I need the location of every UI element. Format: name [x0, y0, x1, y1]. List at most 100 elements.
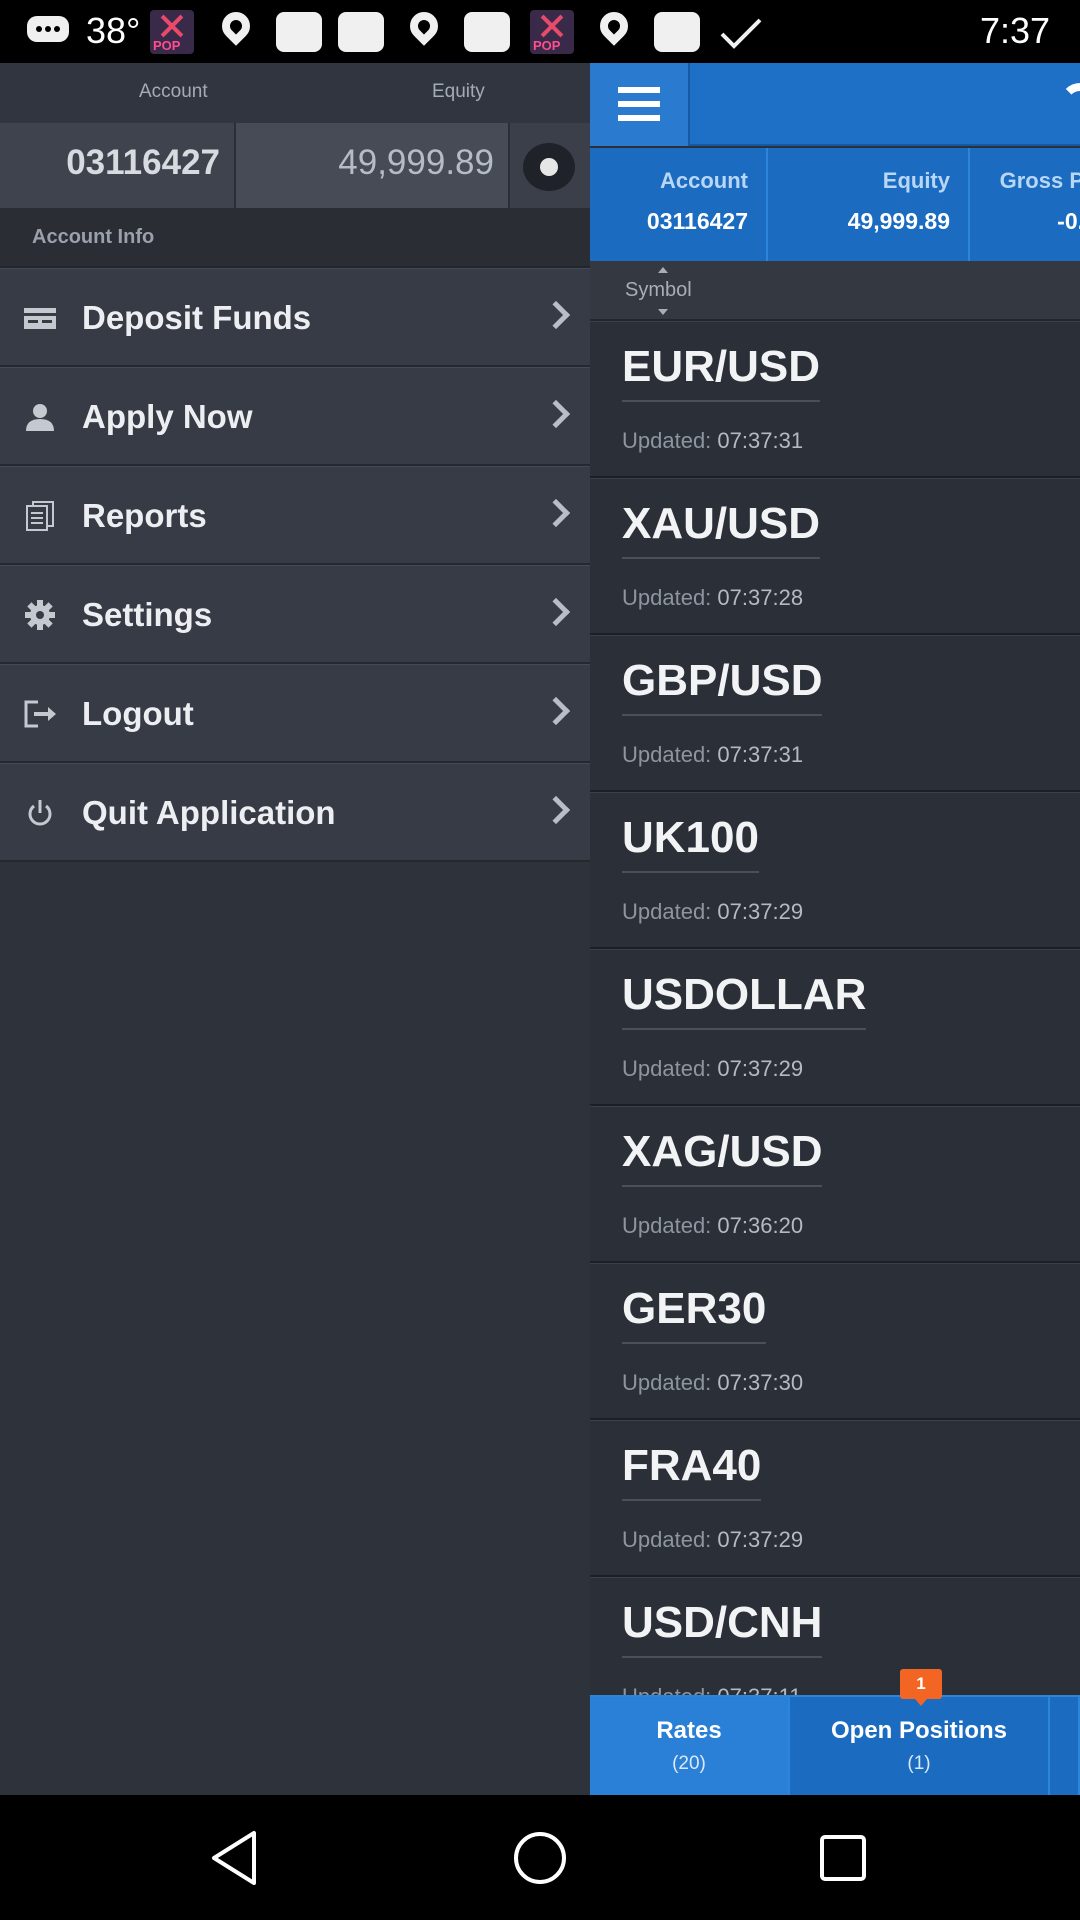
menu-line: [618, 101, 660, 107]
chevron-right-icon: [541, 300, 571, 330]
account-column-label: Account: [139, 81, 208, 102]
updated-time: 07:36:20: [717, 1213, 804, 1238]
tab-more[interactable]: [1050, 1697, 1080, 1795]
section-title: Account Info: [32, 226, 155, 248]
account-label: Account: [660, 168, 748, 193]
rate-symbol: GER30: [622, 1284, 767, 1344]
tab-count: (1): [907, 1753, 931, 1774]
tab-open-positions[interactable]: Open Positions (1): [790, 1697, 1050, 1795]
rate-row[interactable]: EUR/USD Updated: 07:37:31: [590, 321, 1080, 478]
rate-row[interactable]: GBP/USD Updated: 07:37:31: [590, 635, 1080, 792]
rate-symbol: USD/CNH: [622, 1598, 823, 1658]
check-icon: [718, 12, 762, 52]
rate-row[interactable]: XAG/USD Updated: 07:36:20: [590, 1106, 1080, 1263]
menu-item-apply-now[interactable]: Apply Now: [0, 367, 590, 466]
menu-item-deposit-funds[interactable]: Deposit Funds: [0, 268, 590, 367]
pop-app-icon: POP: [530, 10, 574, 54]
updated-prefix: Updated:: [622, 585, 712, 610]
rate-updated: Updated: 07:37:31: [622, 428, 803, 454]
updated-prefix: Updated:: [622, 742, 712, 767]
navigation-drawer: Account Equity 03116427 49,999.89 Accoun…: [0, 63, 590, 1795]
symbol-column-header[interactable]: Symbol: [590, 261, 1080, 321]
rate-row[interactable]: GER30 Updated: 07:37:30: [590, 1263, 1080, 1420]
recents-button[interactable]: [808, 1823, 878, 1893]
menu-item-label: Quit Application: [82, 794, 336, 831]
menu-line: [618, 87, 660, 93]
menu-item-label: Reports: [82, 497, 207, 534]
updated-time: 07:37:31: [717, 742, 804, 767]
location-icon: [594, 6, 634, 46]
menu-item-label: Apply Now: [82, 398, 253, 435]
rate-symbol: USDOLLAR: [622, 970, 867, 1030]
chevron-right-icon: [541, 498, 571, 528]
updated-prefix: Updated:: [622, 899, 712, 924]
gear-icon: [24, 600, 56, 630]
equity-value: 49,999.89: [847, 208, 950, 234]
power-icon: [24, 798, 56, 828]
location-icon: [216, 6, 256, 46]
notification-square-icon: [654, 12, 700, 52]
account-toggle-button[interactable]: [523, 143, 575, 191]
account-column: Account 03116427: [590, 148, 768, 261]
updated-prefix: Updated:: [622, 1370, 712, 1395]
account-info-section-header: Account Info: [0, 208, 590, 268]
rate-symbol: UK100: [622, 813, 759, 873]
drawer-header: Account Equity: [0, 63, 590, 123]
menu-item-label: Logout: [82, 695, 194, 732]
drawer-account-summary: 03116427 49,999.89: [0, 123, 590, 208]
menu-item-label: Settings: [82, 596, 213, 633]
rate-updated: Updated: 07:37:29: [622, 1527, 803, 1553]
home-button[interactable]: [505, 1823, 575, 1893]
rate-updated: Updated: 07:37:29: [622, 899, 803, 925]
updated-time: 07:37:28: [717, 585, 804, 610]
rate-updated: Updated: 07:37:28: [622, 585, 803, 611]
account-number: 03116427: [66, 143, 220, 182]
chevron-right-icon: [541, 597, 571, 627]
equity-column: Equity 49,999.89: [768, 148, 970, 261]
document-icon: [24, 501, 56, 531]
updated-time: 07:37:29: [717, 899, 804, 924]
updated-time: 07:37:29: [717, 1527, 804, 1552]
updated-time: 07:37:31: [717, 428, 804, 453]
status-bar: 38° POP POP 7:37: [0, 0, 1080, 63]
chevron-right-icon: [541, 399, 571, 429]
sort-down-icon: [658, 309, 668, 315]
rate-symbol: EUR/USD: [622, 342, 821, 402]
hamburger-menu-button[interactable]: [590, 63, 690, 146]
gross-pl-label: Gross P: [999, 168, 1080, 193]
tab-rates[interactable]: Rates (20): [590, 1697, 790, 1795]
menu-item-label: Deposit Funds: [82, 299, 312, 336]
menu-item-quit-application[interactable]: Quit Application: [0, 763, 590, 862]
equity-label: Equity: [882, 168, 950, 193]
rate-symbol: XAU/USD: [622, 499, 821, 559]
menu-item-settings[interactable]: Settings: [0, 565, 590, 664]
rate-updated: Updated: 07:36:20: [622, 1213, 803, 1239]
rate-updated: Updated: 07:37:31: [622, 742, 803, 768]
chevron-right-icon: [541, 795, 571, 825]
rate-row[interactable]: XAU/USD Updated: 07:37:28: [590, 478, 1080, 635]
rate-symbol: XAG/USD: [622, 1127, 823, 1187]
tab-count: (20): [672, 1753, 706, 1774]
notification-square-icon: [464, 12, 510, 52]
updated-prefix: Updated:: [622, 1213, 712, 1238]
notification-square-icon: [276, 12, 322, 52]
menu-item-reports[interactable]: Reports: [0, 466, 590, 565]
account-number-cell: 03116427: [0, 123, 236, 208]
open-positions-badge: 1: [900, 1669, 942, 1706]
rates-panel: Account 03116427 Equity 49,999.89 Gross …: [590, 63, 1080, 1795]
back-button[interactable]: [202, 1823, 272, 1893]
rate-symbol: FRA40: [622, 1441, 762, 1501]
symbol-header-label: Symbol: [625, 279, 692, 301]
updated-prefix: Updated:: [622, 1527, 712, 1552]
rate-row[interactable]: USDOLLAR Updated: 07:37:29: [590, 949, 1080, 1106]
app-logo-icon: [1060, 83, 1080, 123]
app-toolbar: [590, 63, 1080, 146]
menu-item-logout[interactable]: Logout: [0, 664, 590, 763]
rate-row[interactable]: UK100 Updated: 07:37:29: [590, 792, 1080, 949]
equity-cell: 49,999.89: [236, 123, 510, 208]
gross-pl-column: Gross P -0.: [970, 148, 1080, 261]
tab-label: Rates: [656, 1717, 722, 1744]
system-navigation-bar: [0, 1795, 1080, 1920]
menu-line: [618, 115, 660, 121]
rate-row[interactable]: FRA40 Updated: 07:37:29: [590, 1420, 1080, 1577]
